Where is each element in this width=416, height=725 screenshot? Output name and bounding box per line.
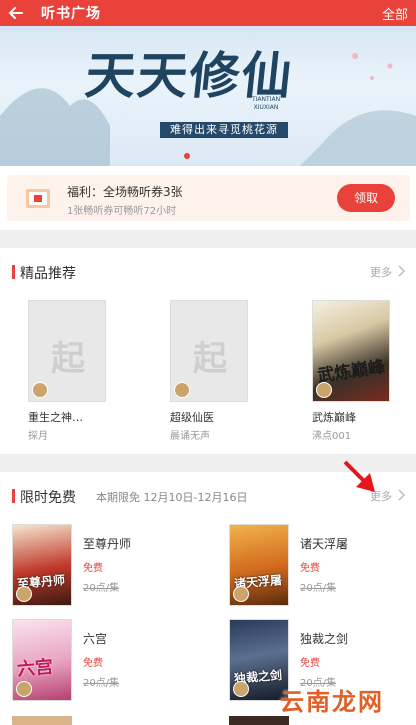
book-name: 独裁之剑 <box>300 632 349 646</box>
carousel-dot <box>184 153 190 159</box>
next-cover-partial <box>229 716 289 725</box>
annotation-arrow-icon <box>343 460 375 492</box>
audio-badge-icon <box>233 586 249 602</box>
placeholder-logo-icon: 起 <box>51 339 85 379</box>
free-tag: 免费 <box>83 563 103 574</box>
section-accent-bar <box>12 265 15 279</box>
book-author: 探月 <box>28 431 48 442</box>
coupon-icon <box>26 189 50 208</box>
original-price: 20点/集 <box>83 583 120 594</box>
book-cover: 六宫 <box>12 619 72 701</box>
book-cover: 诸天浮屠 <box>229 524 289 606</box>
free-period: 本期限免 12月10日-12月16日 <box>96 491 248 504</box>
audio-badge-icon <box>316 382 332 398</box>
audio-badge-icon <box>16 681 32 697</box>
placeholder-logo-icon: 起 <box>193 339 227 379</box>
coupon-card: 福利：全场畅听券3张 1张畅听券可畅听72小时 领取 <box>7 175 410 221</box>
original-price: 20点/集 <box>300 583 337 594</box>
book-cover: 至尊丹师 <box>12 524 72 606</box>
page-title: 听书广场 <box>41 6 101 22</box>
section-accent-bar <box>12 489 15 503</box>
free-tag: 免费 <box>83 658 103 669</box>
all-button[interactable]: 全部 <box>382 4 408 23</box>
book-author: 沸点001 <box>312 431 352 442</box>
coupon-desc: 1张畅听券可畅听72小时 <box>67 206 177 217</box>
section-title: 限时免费 <box>20 490 76 506</box>
free-tag: 免费 <box>300 563 320 574</box>
chevron-right-icon <box>398 265 406 277</box>
banner-title-en: TIANTIAN XIUXIAN <box>252 96 281 111</box>
promo-banner[interactable]: 天天修仙 TIANTIAN XIUXIAN 难得出来寻觅桃花源 <box>0 26 416 166</box>
cover-title: 六宫 <box>16 656 54 681</box>
free-book-item[interactable]: 诸天浮屠 诸天浮屠 免费 20点/集 <box>229 524 416 610</box>
book-name: 重生之神… <box>28 411 83 424</box>
book-cover: 起 <box>28 300 106 402</box>
free-tag: 免费 <box>300 658 320 669</box>
book-name: 超级仙医 <box>170 411 214 424</box>
coupon-title: 福利：全场畅听券3张 <box>67 185 183 199</box>
book-name: 诸天浮屠 <box>300 537 349 551</box>
original-price: 20点/集 <box>83 678 120 689</box>
next-cover-partial <box>12 716 72 725</box>
more-link[interactable]: 更多 <box>370 264 392 280</box>
audio-badge-icon <box>32 382 48 398</box>
free-book-item[interactable]: 至尊丹师 至尊丹师 免费 20点/集 <box>12 524 202 610</box>
claim-button[interactable]: 领取 <box>337 184 395 212</box>
coupon-section: 福利：全场畅听券3张 1张畅听券可畅听72小时 领取 <box>0 166 416 230</box>
watermark: 云南龙网 <box>280 687 384 716</box>
free-book-item[interactable]: 六宫 六宫 免费 20点/集 <box>12 619 202 705</box>
book-name: 至尊丹师 <box>83 537 132 551</box>
back-arrow-icon[interactable] <box>6 3 26 23</box>
book-cover: 起 <box>170 300 248 402</box>
audio-badge-icon <box>174 382 190 398</box>
section-title: 精品推荐 <box>20 266 76 282</box>
recommend-section: 精品推荐 更多 起 重生之神… 探月 起 超级仙医 晨诵无声 武炼巅峰 武炼巅峰… <box>0 248 416 454</box>
book-author: 晨诵无声 <box>170 431 210 442</box>
chevron-right-icon <box>398 489 406 501</box>
banner-subtitle: 难得出来寻觅桃花源 <box>160 122 288 138</box>
audio-badge-icon <box>233 681 249 697</box>
book-name: 武炼巅峰 <box>312 411 356 424</box>
book-cover: 武炼巅峰 <box>312 300 390 402</box>
book-name: 六宫 <box>83 632 108 646</box>
audio-badge-icon <box>16 586 32 602</box>
top-bar: 听书广场 全部 <box>0 0 416 26</box>
